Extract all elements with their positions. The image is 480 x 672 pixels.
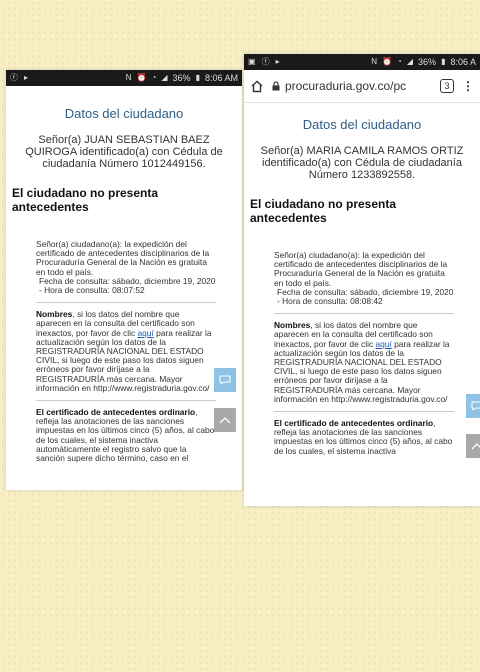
chat-button[interactable]: [214, 368, 236, 392]
alarm-icon: ⏰: [136, 73, 147, 82]
divider: [36, 400, 216, 402]
battery-level: 36%: [172, 73, 191, 83]
citizen-intro: Señor(a) JUAN SEBASTIAN BAEZ QUIROGA ide…: [25, 134, 223, 170]
facebook-icon: ⓕ: [261, 57, 270, 66]
lock-icon: [272, 81, 280, 91]
right-phone-screenshot: ▣ ⓕ ▸ N ⏰ ◔ ◢ 36% ▮ 8:06 A procuraduria.…: [244, 54, 480, 506]
status-bar: ⓕ ▸ N ⏰ ◔ ◢ 36% ▮ 8:06 AM: [6, 70, 242, 86]
consult-date: Fecha de consulta: sábado, diciembre 19,…: [277, 286, 454, 307]
home-icon[interactable]: [250, 80, 264, 93]
scroll-top-button[interactable]: [466, 434, 480, 458]
chat-icon: [471, 401, 480, 411]
consult-date: Fecha de consulta: sábado, diciembre 19,…: [39, 275, 216, 296]
result-heading: El ciudadano no presenta antecedentes: [12, 186, 159, 214]
signal-icon: ◢: [406, 57, 414, 66]
battery-icon: ▮: [195, 73, 200, 82]
notice-box: Señor(a) ciudadano(a): la expedición del…: [274, 250, 454, 456]
nfc-icon: N: [371, 57, 378, 66]
left-phone-screenshot: ⓕ ▸ N ⏰ ◔ ◢ 36% ▮ 8:06 AM Datos del ciud…: [6, 70, 242, 490]
certificate-notice: El certificado de antecedentes ordinario…: [274, 418, 453, 456]
image-icon: ▣: [248, 57, 256, 66]
certificate-notice: El certificado de antecedentes ordinario…: [36, 407, 215, 464]
divider: [36, 302, 216, 304]
chevron-up-icon: [219, 417, 231, 424]
chat-icon: [219, 375, 231, 385]
nfc-icon: N: [125, 73, 132, 82]
clock: 8:06 A: [450, 57, 476, 67]
result-heading: El ciudadano no presenta antecedentes: [250, 197, 397, 225]
names-notice: Nombres, si los datos del nombre que apa…: [274, 320, 450, 404]
wifi-icon: ◔: [151, 73, 157, 82]
expedition-text: Señor(a) ciudadano(a): la expedición del…: [36, 239, 210, 277]
expedition-text: Señor(a) ciudadano(a): la expedición del…: [274, 250, 448, 288]
alarm-icon: ⏰: [382, 57, 393, 66]
status-bar: ▣ ⓕ ▸ N ⏰ ◔ ◢ 36% ▮ 8:06 A: [244, 54, 480, 70]
tab-switcher-button[interactable]: 3: [440, 79, 454, 93]
divider: [274, 411, 454, 413]
signal-icon: ◢: [161, 73, 168, 82]
notice-box: Señor(a) ciudadano(a): la expedición del…: [36, 239, 216, 464]
chat-button[interactable]: [466, 394, 480, 418]
chevron-up-icon: [471, 443, 480, 450]
browser-url-bar: procuraduria.gov.co/pc 3 ⋮: [244, 70, 480, 103]
citizen-intro: Señor(a) MARIA CAMILA RAMOS ORTIZ identi…: [260, 145, 464, 181]
play-icon: ▸: [24, 73, 29, 82]
page-title: Datos del ciudadano: [64, 106, 184, 121]
divider: [274, 313, 454, 315]
wifi-icon: ◔: [397, 57, 402, 66]
facebook-icon: ⓕ: [10, 73, 18, 82]
page-title: Datos del ciudadano: [302, 117, 422, 132]
battery-level: 36%: [418, 57, 437, 67]
battery-icon: ▮: [441, 57, 446, 66]
menu-icon[interactable]: ⋮: [462, 79, 474, 93]
scroll-top-button[interactable]: [214, 408, 236, 432]
url-text: procuraduria.gov.co/pc: [285, 79, 407, 93]
clock: 8:06 AM: [204, 73, 238, 83]
play-icon: ▸: [275, 57, 280, 66]
names-notice: Nombres, si los datos del nombre que apa…: [36, 309, 212, 393]
address-field[interactable]: procuraduria.gov.co/pc: [272, 79, 432, 93]
